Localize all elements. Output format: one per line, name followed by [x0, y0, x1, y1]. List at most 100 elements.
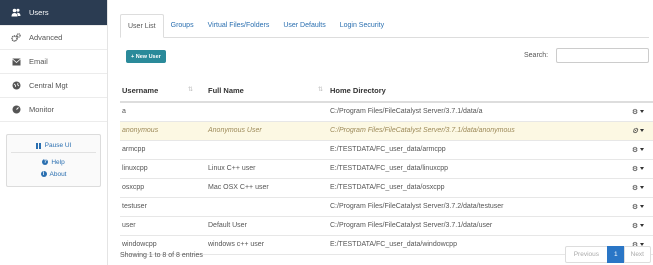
cell-actions: ⚙	[623, 159, 653, 179]
table-row[interactable]: a C:/Program Files/FileCatalyst Server/3…	[120, 102, 653, 122]
cell-actions: ⚙	[623, 216, 653, 236]
column-header-label: Username	[122, 86, 159, 95]
search-label: Search:	[524, 52, 549, 59]
cell-home-directory: E:/TESTDATA/FC_user_data/osxcpp	[328, 178, 623, 198]
users-table: Username ⇅ Full Name ⇅ Home Directory a …	[120, 80, 653, 255]
cell-username: anonymous	[120, 121, 198, 141]
gear-icon: ⚙	[631, 108, 639, 116]
row-settings-dropdown[interactable]: ⚙	[631, 222, 645, 230]
caret-down-icon	[640, 110, 645, 114]
cell-actions: ⚙	[623, 197, 653, 217]
caret-down-icon	[640, 167, 645, 170]
tab-virtual-files-folders[interactable]: Virtual Files/Folders	[201, 14, 277, 37]
cell-full-name	[198, 197, 328, 217]
tab-bar: User List Groups Virtual Files/Folders U…	[120, 14, 649, 38]
table-row[interactable]: user Default User C:/Program Files/FileC…	[120, 216, 653, 236]
sidebar-item-label: Email	[29, 57, 48, 66]
sidebar-item-label: Users	[29, 8, 49, 17]
dashboard-icon	[10, 105, 22, 115]
cell-username: armcpp	[120, 140, 198, 160]
caret-down-icon	[640, 205, 645, 208]
cell-actions: ⚙	[623, 140, 653, 160]
cell-username: osxcpp	[120, 178, 198, 198]
cell-home-directory: C:/Program Files/FileCatalyst Server/3.7…	[328, 216, 623, 236]
gear-icon: ⚙	[631, 127, 639, 135]
column-header-username[interactable]: Username ⇅	[120, 80, 198, 103]
cell-home-directory: C:/Program Files/FileCatalyst Server/3.7…	[328, 102, 623, 122]
tab-login-security[interactable]: Login Security	[333, 14, 391, 37]
help-label: Help	[51, 158, 65, 166]
cell-home-directory: E:/TESTDATA/FC_user_data/armcpp	[328, 140, 623, 160]
row-settings-dropdown[interactable]: ⚙	[631, 127, 645, 135]
tab-user-defaults[interactable]: User Defaults	[276, 14, 332, 37]
cell-username: a	[120, 102, 198, 122]
cell-home-directory: C:/Program Files/FileCatalyst Server/3.7…	[328, 197, 623, 217]
gears-icon	[10, 33, 22, 43]
cell-home-directory: E:/TESTDATA/FC_user_data/linuxcpp	[328, 159, 623, 179]
column-header-label: Full Name	[208, 86, 244, 95]
row-settings-dropdown[interactable]: ⚙	[631, 146, 645, 154]
gear-icon: ⚙	[631, 165, 639, 173]
sidebar-item-monitor[interactable]: Monitor	[0, 98, 107, 122]
table-info: Showing 1 to 8 of 8 entries	[120, 252, 203, 259]
cell-actions: ⚙	[623, 178, 653, 198]
row-settings-dropdown[interactable]: ⚙	[631, 165, 645, 173]
cell-full-name	[198, 140, 328, 160]
search-input[interactable]	[556, 48, 649, 63]
table-header-row: Username ⇅ Full Name ⇅ Home Directory	[120, 80, 653, 103]
gear-icon: ⚙	[631, 222, 639, 230]
row-settings-dropdown[interactable]: ⚙	[631, 184, 645, 192]
pagination-next-button[interactable]: Next	[623, 246, 651, 263]
column-header-actions	[623, 80, 653, 103]
sidebar-item-advanced[interactable]: Advanced	[0, 26, 107, 50]
pause-icon	[35, 142, 41, 149]
table-row[interactable]: linuxcpp Linux C++ user E:/TESTDATA/FC_u…	[120, 159, 653, 179]
cell-full-name: Anonymous User	[198, 121, 328, 141]
pagination-previous-button[interactable]: Previous	[564, 246, 608, 263]
sidebar-item-central-mgt[interactable]: Central Mgt	[0, 74, 107, 98]
about-link[interactable]: i About	[7, 168, 100, 180]
globe-icon	[10, 81, 22, 91]
cell-full-name	[198, 102, 328, 122]
table-row[interactable]: testuser C:/Program Files/FileCatalyst S…	[120, 197, 653, 217]
envelope-icon	[10, 57, 22, 67]
sidebar-item-label: Central Mgt	[29, 81, 68, 90]
cell-username: user	[120, 216, 198, 236]
table-row[interactable]: osxcpp Mac OSX C++ user E:/TESTDATA/FC_u…	[120, 178, 653, 198]
cell-full-name: Mac OSX C++ user	[198, 178, 328, 198]
row-settings-dropdown[interactable]: ⚙	[631, 108, 645, 116]
column-header-full-name[interactable]: Full Name ⇅	[198, 80, 328, 103]
help-icon: ?	[42, 159, 49, 165]
caret-down-icon	[640, 148, 645, 151]
cell-username: linuxcpp	[120, 159, 198, 179]
pause-ui-button[interactable]: Pause UI	[11, 139, 96, 153]
table-row[interactable]: anonymous Anonymous User C:/Program File…	[120, 121, 653, 141]
gear-icon: ⚙	[631, 184, 639, 192]
sidebar: Users Advanced Email Central Mgt Monitor…	[0, 0, 108, 265]
row-settings-dropdown[interactable]: ⚙	[631, 203, 645, 211]
column-header-label: Home Directory	[330, 86, 386, 95]
new-user-button[interactable]: + New User	[126, 50, 166, 63]
cell-full-name: Linux C++ user	[198, 159, 328, 179]
about-label: About	[49, 170, 67, 178]
pause-ui-label: Pause UI	[44, 142, 72, 149]
help-link[interactable]: ? Help	[7, 156, 100, 168]
pagination: Previous 1 Next	[564, 246, 651, 263]
caret-down-icon	[640, 224, 645, 227]
gear-icon: ⚙	[631, 203, 639, 211]
cell-home-directory: C:/Program Files/FileCatalyst Server/3.7…	[328, 121, 623, 141]
sidebar-item-users[interactable]: Users	[0, 0, 107, 26]
sidebar-item-label: Advanced	[29, 33, 63, 42]
table-row[interactable]: armcpp E:/TESTDATA/FC_user_data/armcpp ⚙	[120, 140, 653, 160]
cell-actions: ⚙	[623, 121, 653, 141]
sort-icon: ⇅	[187, 87, 193, 93]
cell-full-name: windows c++ user	[198, 235, 328, 255]
tab-groups[interactable]: Groups	[164, 14, 201, 37]
pagination-page-1[interactable]: 1	[607, 246, 625, 263]
column-header-home-directory[interactable]: Home Directory	[328, 80, 623, 103]
sidebar-item-email[interactable]: Email	[0, 50, 107, 74]
gear-icon: ⚙	[631, 146, 639, 154]
caret-down-icon	[640, 186, 645, 189]
tab-user-list[interactable]: User List	[120, 14, 164, 38]
users-icon	[10, 8, 22, 18]
